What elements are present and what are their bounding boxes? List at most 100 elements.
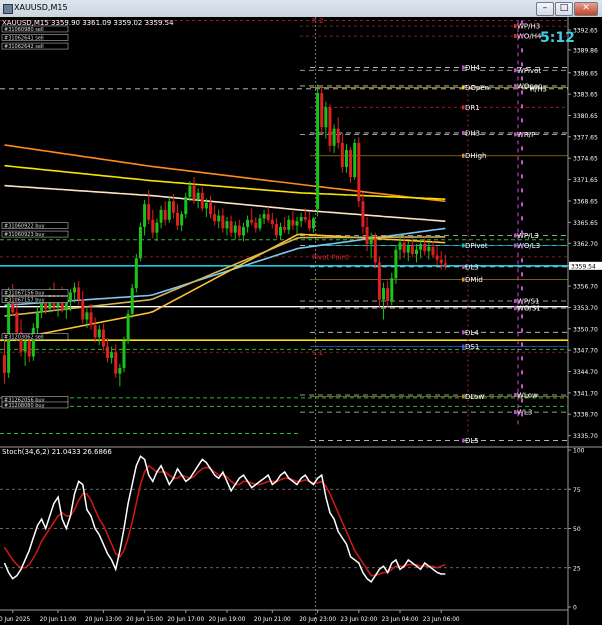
candle-body xyxy=(386,288,390,301)
candle-body xyxy=(171,201,175,213)
close-button[interactable]: ✕ xyxy=(574,2,598,16)
stoch-tick-label: 25 xyxy=(573,565,581,572)
candle-body xyxy=(373,238,377,263)
current-price-label: 3359.54 xyxy=(571,263,596,270)
candle-body xyxy=(291,219,295,226)
candle-body xyxy=(101,329,105,347)
level-label: WR/P xyxy=(517,131,535,139)
candle-body xyxy=(213,214,217,222)
candle-body xyxy=(81,299,85,320)
candle-body xyxy=(217,215,221,222)
order-tag-label: #31060922 buy xyxy=(4,224,45,230)
level-label: WP/L3 xyxy=(517,232,539,240)
candle-body xyxy=(398,242,402,250)
level-label: R 2 xyxy=(312,17,324,25)
candle-body xyxy=(307,219,311,229)
level-label: WO/H4 xyxy=(517,33,542,41)
order-tag-label: #31067157 buy xyxy=(4,298,45,304)
order-tag-label: #31067156 buy xyxy=(4,290,45,296)
candle-body xyxy=(435,255,439,260)
candle-body xyxy=(159,209,163,223)
candle-body xyxy=(97,329,101,338)
candle-body xyxy=(143,204,147,227)
window-titlebar: XAUUSD,M15 – □ ✕ xyxy=(0,0,602,18)
candle-body xyxy=(3,355,6,373)
restore-button[interactable]: □ xyxy=(555,2,573,16)
order-tag-label: #31060923 buy xyxy=(4,232,45,238)
candle-body xyxy=(439,259,443,264)
candle-body xyxy=(312,218,315,229)
candle-body xyxy=(237,225,241,236)
candle-body xyxy=(258,218,262,229)
candle-body xyxy=(176,212,180,226)
minimize-button[interactable]: – xyxy=(536,2,554,16)
candle-body xyxy=(85,312,89,320)
price-tick-label: 3344.70 xyxy=(573,369,598,376)
candle-body xyxy=(365,226,369,245)
time-tick-label: 20 Jun 15:00 xyxy=(126,617,163,623)
level-label: DL4 xyxy=(465,329,479,337)
candle-body xyxy=(23,340,27,352)
level-label: Pivot Point xyxy=(312,253,349,261)
candle-body xyxy=(241,226,245,236)
candle-body xyxy=(147,204,151,220)
level-label: WO/S1 xyxy=(517,305,541,313)
level-label: R/H3 xyxy=(530,85,547,93)
price-tick-label: 3335.70 xyxy=(573,433,598,440)
price-tick-label: 3356.70 xyxy=(573,284,598,291)
stoch-tick-label: 0 xyxy=(573,605,577,612)
candle-body xyxy=(196,192,200,200)
candle-body xyxy=(332,128,336,146)
candle-body xyxy=(167,201,171,220)
candle-body xyxy=(340,142,344,168)
time-tick-label: 20 Jun 19:00 xyxy=(209,617,246,623)
candle-body xyxy=(188,185,192,198)
candle-body xyxy=(200,192,204,209)
order-tag-label: #31060980 sell xyxy=(4,27,44,33)
candle-body xyxy=(233,225,237,233)
order-tag-label: #31062642 sell xyxy=(4,44,44,50)
price-tick-label: 3374.65 xyxy=(573,156,598,163)
candle-body xyxy=(431,246,435,256)
stoch-tick-label: 50 xyxy=(573,526,581,533)
candle-body xyxy=(349,150,353,178)
candle-body xyxy=(377,262,381,300)
candle-body xyxy=(344,150,348,168)
candle-body xyxy=(35,312,39,329)
candle-body xyxy=(180,214,184,226)
candle-body xyxy=(250,219,254,223)
candle-body xyxy=(299,216,303,222)
candle-body xyxy=(106,346,109,358)
candle-body xyxy=(134,258,138,289)
candle-body xyxy=(93,325,97,338)
candle-body xyxy=(262,214,266,219)
candle-body xyxy=(336,128,340,143)
level-label: WLow xyxy=(517,392,538,400)
level-label: WPivot xyxy=(517,67,541,75)
candle-body xyxy=(303,216,307,220)
candle-body xyxy=(221,215,225,229)
candle-body xyxy=(73,287,77,293)
candle-body xyxy=(316,93,320,210)
ohlc-header: XAUUSD,M15 3359.90 3361.09 3359.02 3359.… xyxy=(2,19,174,27)
candle-body xyxy=(89,312,93,326)
price-tick-label: 3365.65 xyxy=(573,220,598,227)
candle-body xyxy=(31,328,35,357)
candle-body xyxy=(270,219,274,225)
time-tick-label: 20 Jun 21:00 xyxy=(254,617,291,623)
price-chart[interactable]: 3392.65 3389.86 3386.65 3383.65 3380.65 3377.… xyxy=(0,17,602,625)
candle-body xyxy=(15,312,19,333)
time-tick-label: 23 Jun 02:00 xyxy=(340,617,377,623)
level-label: DH3 xyxy=(465,129,480,137)
candle-body xyxy=(184,197,188,215)
stoch-tick-label: 75 xyxy=(573,487,581,494)
candle-body xyxy=(423,244,427,252)
candle-body xyxy=(320,93,324,128)
candle-body xyxy=(163,209,167,220)
candle-body xyxy=(369,238,373,245)
candle-body xyxy=(287,219,291,230)
chart-window-icon xyxy=(3,4,13,14)
candle-body xyxy=(295,221,299,226)
candle-body xyxy=(229,221,233,233)
level-label: S 1 xyxy=(312,349,323,357)
